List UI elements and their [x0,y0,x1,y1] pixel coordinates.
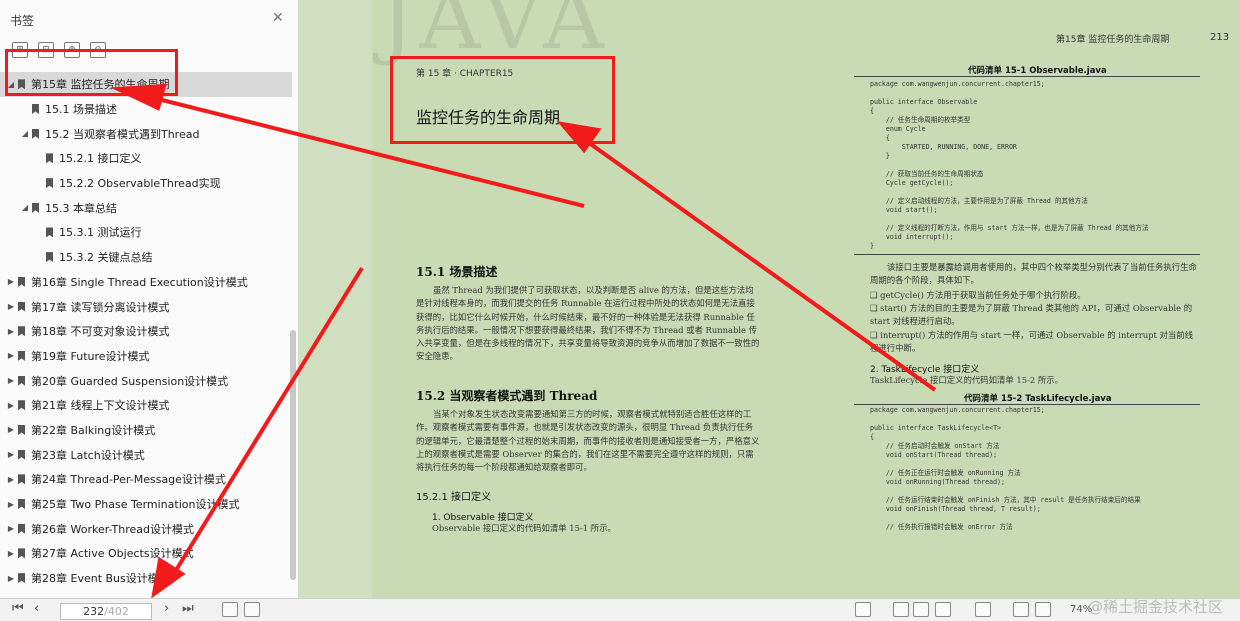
watermark: @稀土掘金技术社区 [1088,598,1224,616]
last-page-icon[interactable]: ⏭ [182,601,194,616]
next-page-icon[interactable]: › [164,601,169,616]
arrow-line [583,138,937,392]
back-icon[interactable] [222,602,238,617]
arrow-line [168,266,364,582]
annotation-arrows [110,83,937,599]
arrow-head [110,83,167,111]
fit-page-icon[interactable] [1035,602,1051,617]
forward-icon[interactable] [244,602,260,617]
prev-page-icon[interactable]: ‹ [34,601,39,616]
double-page-icon[interactable] [913,602,929,617]
page-number-input[interactable]: 232/402 [60,603,152,620]
play-icon[interactable] [975,602,991,617]
book-mode-icon[interactable] [935,602,951,617]
single-page-icon[interactable] [893,602,909,617]
eye-protect-icon[interactable] [855,602,871,617]
arrow-line [149,95,585,208]
first-page-icon[interactable]: ⏮ [12,601,24,616]
actual-size-icon[interactable] [1013,602,1029,617]
